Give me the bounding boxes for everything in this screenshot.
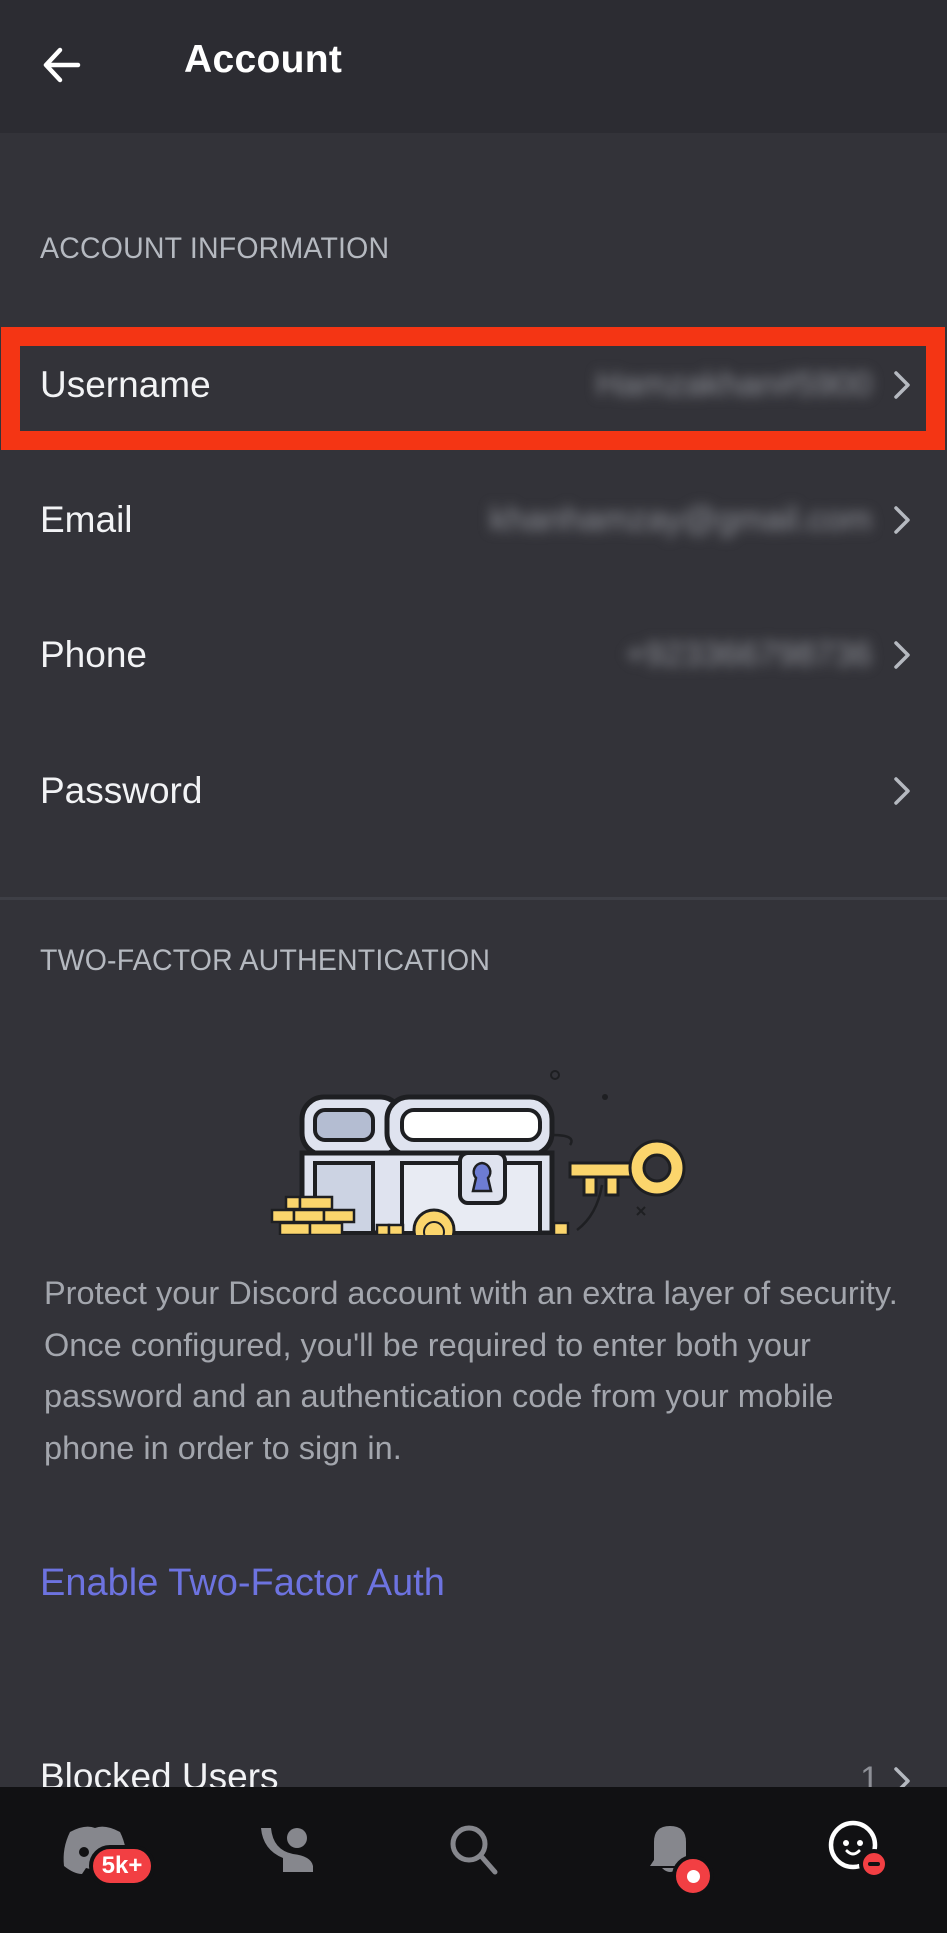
nav-profile[interactable] (815, 1815, 905, 1895)
password-label: Password (40, 770, 203, 811)
arrow-left-icon (43, 47, 81, 83)
email-label: Email (40, 499, 133, 540)
dnd-status-icon (859, 1849, 889, 1879)
notification-dot-badge (672, 1855, 714, 1897)
nav-friends[interactable] (245, 1815, 335, 1895)
section-title-two-factor: TWO-FACTOR AUTHENTICATION (40, 944, 491, 977)
treasure-chest-key-illustration (270, 1070, 686, 1235)
email-row[interactable]: Email khanhamzay@gmail.com (0, 460, 947, 580)
keyhole (471, 1161, 493, 1193)
page-title: Account (184, 38, 343, 81)
email-value: khanhamzay@gmail.com (489, 500, 872, 539)
nav-servers[interactable]: 5k+ (55, 1815, 155, 1895)
app-header: Account (0, 0, 947, 133)
friends-wave-icon (261, 1828, 313, 1872)
search-icon (450, 1825, 498, 1875)
chevron-right-icon (894, 777, 910, 805)
sparkle-cross (636, 1206, 646, 1216)
chest-lid-right-panel (400, 1108, 542, 1142)
unread-badge: 5k+ (89, 1845, 155, 1887)
chevron-right-icon (894, 371, 910, 399)
phone-label: Phone (40, 634, 147, 675)
username-value: Hamzakhan#5900 (596, 365, 872, 404)
key-hole (642, 1153, 672, 1183)
two-factor-description: Protect your Discord account with an ext… (44, 1275, 898, 1466)
section-title-account-information: ACCOUNT INFORMATION (40, 232, 390, 265)
sparkle-dot (550, 1070, 560, 1080)
username-row[interactable]: Username Hamzakhan#5900 (0, 325, 947, 445)
nav-search[interactable] (430, 1815, 520, 1895)
chest-lid-left-panel (313, 1108, 375, 1142)
username-label: Username (40, 364, 211, 405)
chevron-right-icon (894, 641, 910, 669)
chevron-right-icon (894, 506, 910, 534)
phone-value: +923366798736 (625, 635, 872, 674)
enable-two-factor-link[interactable]: Enable Two-Factor Auth (40, 1562, 445, 1605)
phone-row[interactable]: Phone +923366798736 (0, 595, 947, 715)
back-button[interactable] (38, 40, 88, 90)
section-divider (0, 897, 947, 900)
badge-dot (686, 1869, 700, 1883)
sparkle-dot (602, 1094, 608, 1100)
bottom-navbar: 5k+ (0, 1787, 947, 1933)
nav-notifications[interactable] (630, 1815, 720, 1897)
password-row[interactable]: Password (0, 731, 947, 851)
